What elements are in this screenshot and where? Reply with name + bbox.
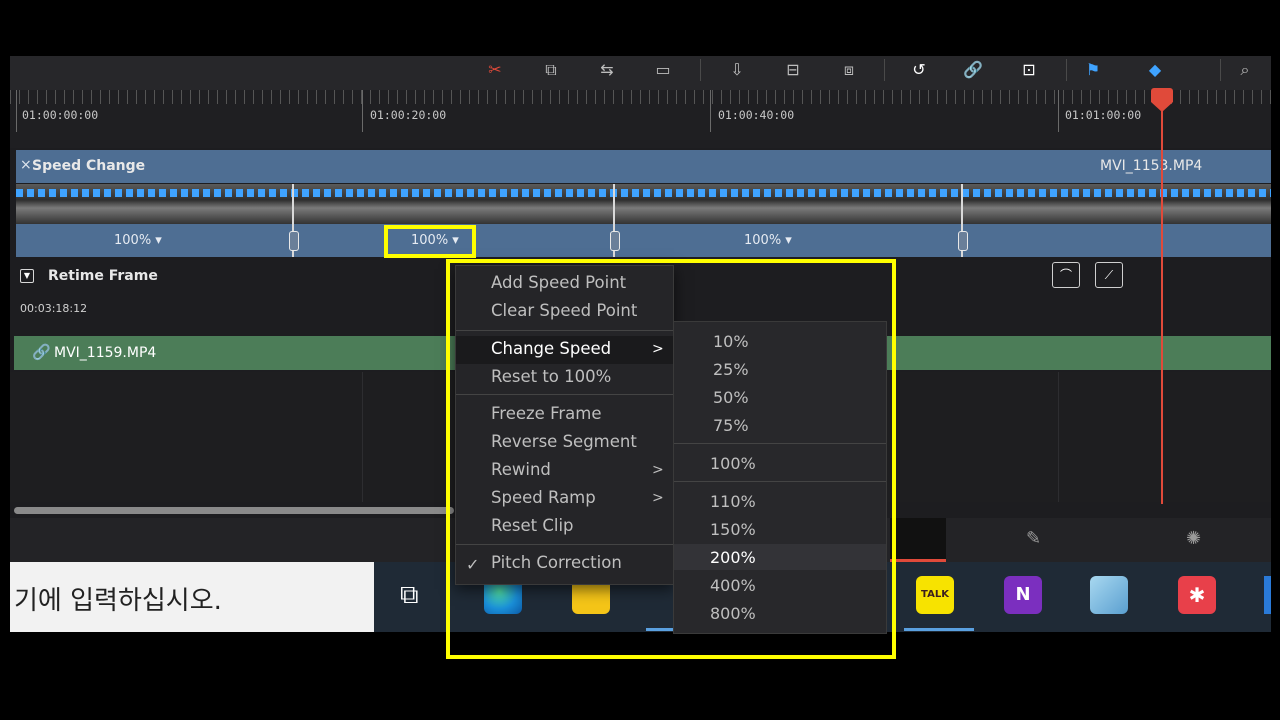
speed-point-handle[interactable] — [958, 231, 968, 251]
replace-clip-icon[interactable]: ▭ — [650, 59, 676, 81]
ruler-major-tick — [1058, 90, 1059, 132]
segment-speed-value: 100% — [114, 233, 152, 248]
taskbar-app-icon[interactable] — [1264, 576, 1271, 614]
audio-clip-name: MVI_1159.MP4 — [54, 345, 157, 361]
clock-app-icon[interactable]: ✱ — [1178, 576, 1216, 614]
fusion-page-icon[interactable]: ✎ — [1026, 528, 1041, 549]
linear-curve-icon[interactable]: ⟋ — [1095, 262, 1123, 288]
timeline-ruler[interactable]: 01:00:00:00 01:00:20:00 01:00:40:00 01:0… — [10, 90, 1271, 148]
speed-point-line — [961, 184, 963, 224]
overwrite-clip-icon[interactable]: ⇆ — [594, 59, 620, 81]
snapping-icon[interactable]: ↺ — [906, 59, 932, 81]
kakaotalk-icon[interactable]: TALK — [916, 576, 954, 614]
insert-clip-icon[interactable]: ⧉ — [538, 59, 564, 81]
toolbar-divider — [884, 59, 885, 81]
dropdown-icon[interactable]: ▼ — [20, 269, 34, 283]
linked-selection-icon[interactable]: 🔗 — [960, 59, 986, 81]
retime-speed-strip: 100% ▾ 100% ▾ 100% ▾ — [16, 224, 1271, 257]
search-placeholder: 기에 입력하십시오. — [14, 586, 222, 616]
place-on-top-icon[interactable]: ⇩ — [724, 59, 750, 81]
link-icon: 🔗 — [32, 343, 51, 361]
segment-speed-value: 100% — [744, 233, 782, 248]
flag-icon[interactable]: ⚑ — [1080, 59, 1106, 81]
speed-point-handle[interactable] — [610, 231, 620, 251]
ruler-major-tick — [16, 90, 17, 132]
ruler-major-tick — [710, 90, 711, 132]
timecode-label: 01:00:00:00 — [22, 108, 99, 122]
segment-speed-dropdown[interactable]: 100% ▾ — [114, 233, 162, 248]
blade-tool-icon[interactable]: ✂ — [482, 59, 508, 81]
retime-timecode: 00:03:18:12 — [20, 302, 88, 315]
segment-speed-dropdown[interactable]: 100% ▾ — [744, 233, 792, 248]
timecode-label: 01:01:00:00 — [1065, 108, 1142, 122]
playhead[interactable] — [1161, 90, 1163, 504]
task-view-icon[interactable]: ⧉ — [400, 580, 419, 611]
ripple-overwrite-icon[interactable]: ⊟ — [780, 59, 806, 81]
toolbar-divider — [700, 59, 701, 81]
taskbar-search-box[interactable]: 기에 입력하십시오. — [10, 562, 374, 632]
toolbar-divider — [1220, 59, 1221, 81]
zoom-icon[interactable]: ⌕ — [1232, 59, 1258, 81]
grid-line — [362, 372, 363, 502]
grid-line — [1058, 372, 1059, 502]
nav-tab-active[interactable] — [890, 518, 946, 562]
clip-thumbnail-strip[interactable] — [16, 184, 1271, 224]
close-icon[interactable]: × — [20, 157, 32, 173]
color-page-icon[interactable]: ✺ — [1186, 528, 1201, 549]
ruler-major-tick — [362, 90, 363, 132]
clip-file-name: MVI_115​3.MP4 — [1100, 158, 1203, 174]
marker-icon[interactable]: ◆ — [1142, 59, 1168, 81]
speed-point-line — [613, 184, 615, 224]
toolbar-divider — [1066, 59, 1067, 81]
speed-point-line — [292, 184, 294, 224]
position-lock-icon[interactable]: ⊡ — [1016, 59, 1042, 81]
onenote-icon[interactable]: N — [1004, 576, 1042, 614]
highlight-box-speed-dropdown — [384, 225, 476, 258]
speed-direction-arrows — [16, 189, 1271, 197]
timecode-label: 01:00:20:00 — [370, 108, 447, 122]
app-running-indicator — [904, 628, 974, 631]
retime-frame-label[interactable]: Retime Frame — [48, 268, 158, 284]
notepad-icon[interactable] — [1090, 576, 1128, 614]
highlight-box-menu — [446, 259, 896, 659]
timeline-scrollbar[interactable] — [14, 507, 454, 514]
ruler-ticks — [10, 90, 1271, 104]
timecode-label: 01:00:40:00 — [718, 108, 795, 122]
ease-curve-icon[interactable]: ⌒ — [1052, 262, 1080, 288]
timeline-toolbar: ✂ ⧉ ⇆ ▭ ⇩ ⊟ ⧈ ↺ 🔗 ⊡ ⚑ ◆ ⌕ — [10, 56, 1271, 90]
clip-title: Speed Change — [32, 158, 146, 174]
speed-point-handle[interactable] — [289, 231, 299, 251]
append-icon[interactable]: ⧈ — [836, 59, 862, 81]
video-clip-header[interactable]: × Speed Change MVI_115​3.MP4 — [16, 150, 1271, 183]
